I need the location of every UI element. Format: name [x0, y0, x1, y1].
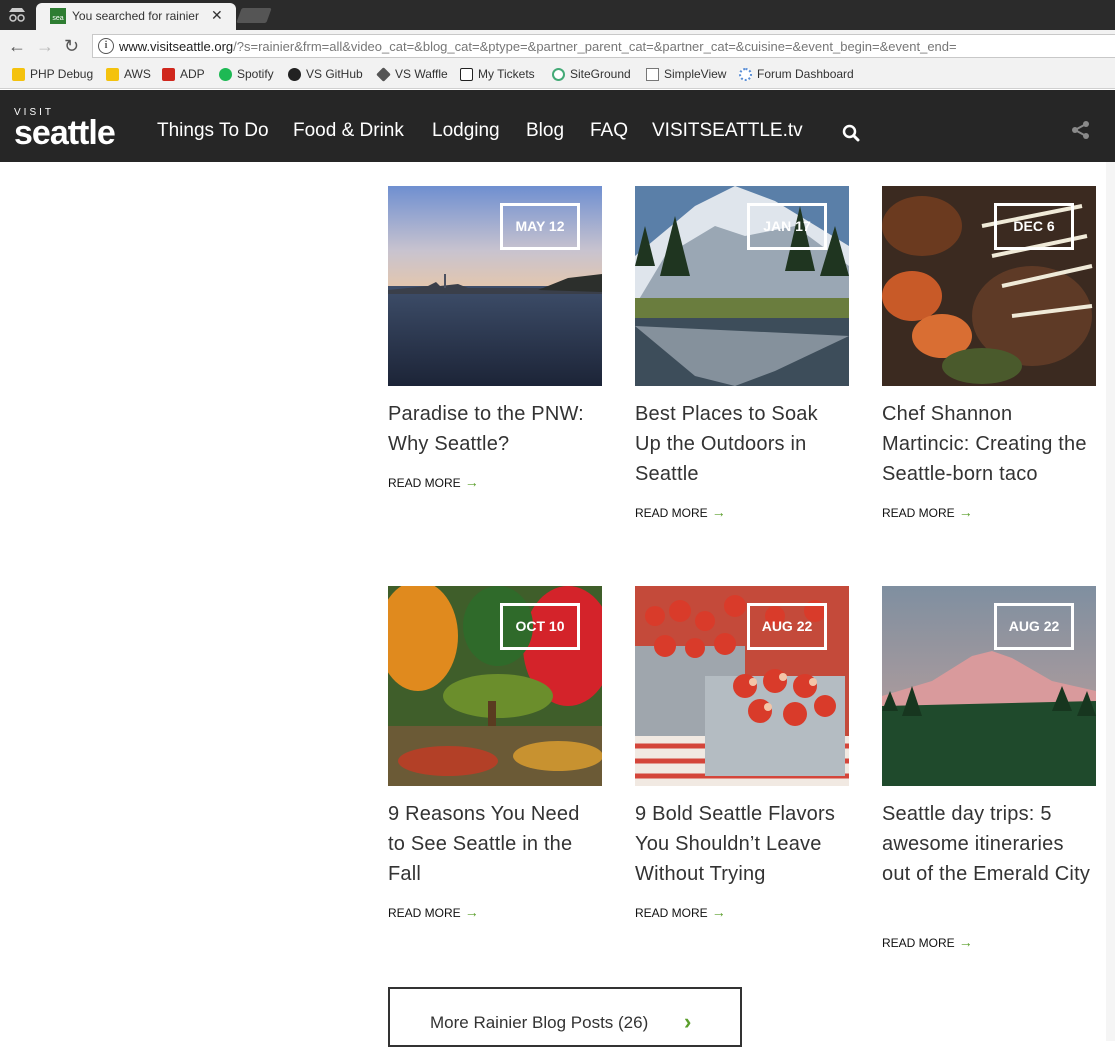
arrow-right-icon: → — [711, 904, 726, 920]
spotify-icon — [219, 67, 232, 81]
post-date-badge: OCT 10 — [500, 603, 580, 650]
gear-icon — [739, 67, 752, 81]
post-title[interactable]: Best Places to Soak Up the Outdoors in S… — [635, 399, 849, 489]
site-header: VISIT seattle Things To Do Food & Drink … — [0, 90, 1115, 162]
site-favicon-icon: sea — [50, 8, 66, 24]
tab-title: You searched for rainier — [72, 9, 199, 23]
blog-post-card[interactable]: DEC 6 Chef Shannon Martincic: Creating t… — [882, 186, 1096, 526]
browser-tab-active[interactable]: sea You searched for rainier ✕ — [36, 3, 236, 30]
new-tab-button[interactable] — [236, 8, 272, 23]
blog-post-card[interactable]: MAY 12 Paradise to the PNW: Why Seattle?… — [388, 186, 602, 506]
share-icon[interactable] — [1071, 120, 1091, 145]
incognito-icon — [6, 6, 28, 24]
post-title[interactable]: 9 Reasons You Need to See Seattle in the… — [388, 799, 602, 889]
siteground-icon — [552, 67, 565, 81]
post-date-badge: AUG 22 — [747, 603, 827, 650]
arrow-right-icon: → — [464, 904, 479, 920]
arrow-right-icon: → — [958, 934, 973, 950]
search-icon[interactable] — [842, 124, 860, 142]
read-more-link[interactable]: READ MORE → — [882, 934, 973, 950]
arrow-right-icon: → — [711, 504, 726, 520]
bookmark-my-tickets[interactable]: My Tickets — [460, 67, 535, 81]
blog-post-card[interactable]: AUG 22 Seattle day trips: 5 awesome itin… — [882, 586, 1096, 956]
post-date-badge: JAN 17 — [747, 203, 827, 250]
bookmark-vs-github[interactable]: VS GitHub — [288, 67, 363, 81]
bookmark-aws[interactable]: AWS — [106, 67, 151, 81]
nav-visitseattle-tv[interactable]: VISITSEATTLE.tv — [652, 120, 803, 142]
url-text: www.visitseattle.org/?s=rainier&frm=all&… — [119, 39, 957, 54]
post-date-badge: DEC 6 — [994, 203, 1074, 250]
post-title[interactable]: Chef Shannon Martincic: Creating the Sea… — [882, 399, 1096, 489]
read-more-link[interactable]: READ MORE → — [388, 474, 479, 490]
arrow-right-icon: → — [958, 504, 973, 520]
nav-lodging[interactable]: Lodging — [432, 120, 500, 142]
back-arrow-icon[interactable]: ← — [8, 36, 26, 56]
read-more-link[interactable]: READ MORE → — [882, 504, 973, 520]
nav-things-to-do[interactable]: Things To Do — [157, 120, 269, 142]
bookmark-vs-waffle[interactable]: VS Waffle — [376, 66, 448, 82]
folder-icon — [12, 67, 25, 81]
site-info-icon[interactable]: i — [98, 38, 114, 54]
browser-toolbar: ← → ↻ i www.visitseattle.org/?s=rainier&… — [0, 30, 1115, 62]
arrow-right-icon: → — [464, 474, 479, 490]
read-more-link[interactable]: READ MORE → — [635, 504, 726, 520]
bookmark-simpleview[interactable]: SimpleView — [646, 67, 726, 81]
folder-icon — [106, 67, 119, 81]
adp-icon — [162, 67, 175, 81]
reload-icon[interactable]: ↻ — [64, 36, 79, 56]
visit-seattle-logo[interactable]: VISIT seattle — [14, 108, 116, 151]
forward-arrow-icon[interactable]: → — [36, 36, 54, 56]
post-title[interactable]: 9 Bold Seattle Flavors You Shouldn’t Lea… — [635, 799, 849, 889]
bookmark-spotify[interactable]: Spotify — [219, 67, 274, 81]
bookmark-php-debug[interactable]: PHP Debug — [12, 67, 93, 81]
waffle-icon — [376, 66, 391, 82]
bookmarks-bar: PHP Debug AWS ADP Spotify VS GitHub VS W… — [0, 62, 1115, 89]
tab-close-icon[interactable]: ✕ — [211, 7, 223, 24]
read-more-link[interactable]: READ MORE → — [635, 904, 726, 920]
browser-tab-strip: sea You searched for rainier ✕ — [0, 0, 1115, 30]
nav-blog[interactable]: Blog — [526, 120, 564, 142]
post-title[interactable]: Seattle day trips: 5 awesome itineraries… — [882, 799, 1096, 889]
nav-food-drink[interactable]: Food & Drink — [293, 120, 404, 142]
post-date-badge: AUG 22 — [994, 603, 1074, 650]
page-icon — [646, 67, 659, 81]
bookmark-forum-dashboard[interactable]: Forum Dashboard — [739, 67, 854, 81]
tickets-icon — [460, 67, 473, 81]
address-bar[interactable]: i www.visitseattle.org/?s=rainier&frm=al… — [92, 34, 1115, 58]
chevron-right-icon: › — [684, 1009, 692, 1034]
page-scrollbar[interactable] — [1106, 162, 1115, 1041]
bookmark-siteground[interactable]: SiteGround — [552, 67, 631, 81]
blog-post-card[interactable]: JAN 17 Best Places to Soak Up the Outdoo… — [635, 186, 849, 526]
post-title[interactable]: Paradise to the PNW: Why Seattle? — [388, 399, 602, 459]
github-icon — [288, 67, 301, 81]
read-more-link[interactable]: READ MORE → — [388, 904, 479, 920]
blog-post-card[interactable]: AUG 22 9 Bold Seattle Flavors You Should… — [635, 586, 849, 926]
post-date-badge: MAY 12 — [500, 203, 580, 250]
more-blog-posts-button[interactable]: More Rainier Blog Posts (26) › — [388, 987, 742, 1047]
blog-post-card[interactable]: OCT 10 9 Reasons You Need to See Seattle… — [388, 586, 602, 926]
bookmark-adp[interactable]: ADP — [162, 67, 205, 81]
nav-faq[interactable]: FAQ — [590, 120, 628, 142]
